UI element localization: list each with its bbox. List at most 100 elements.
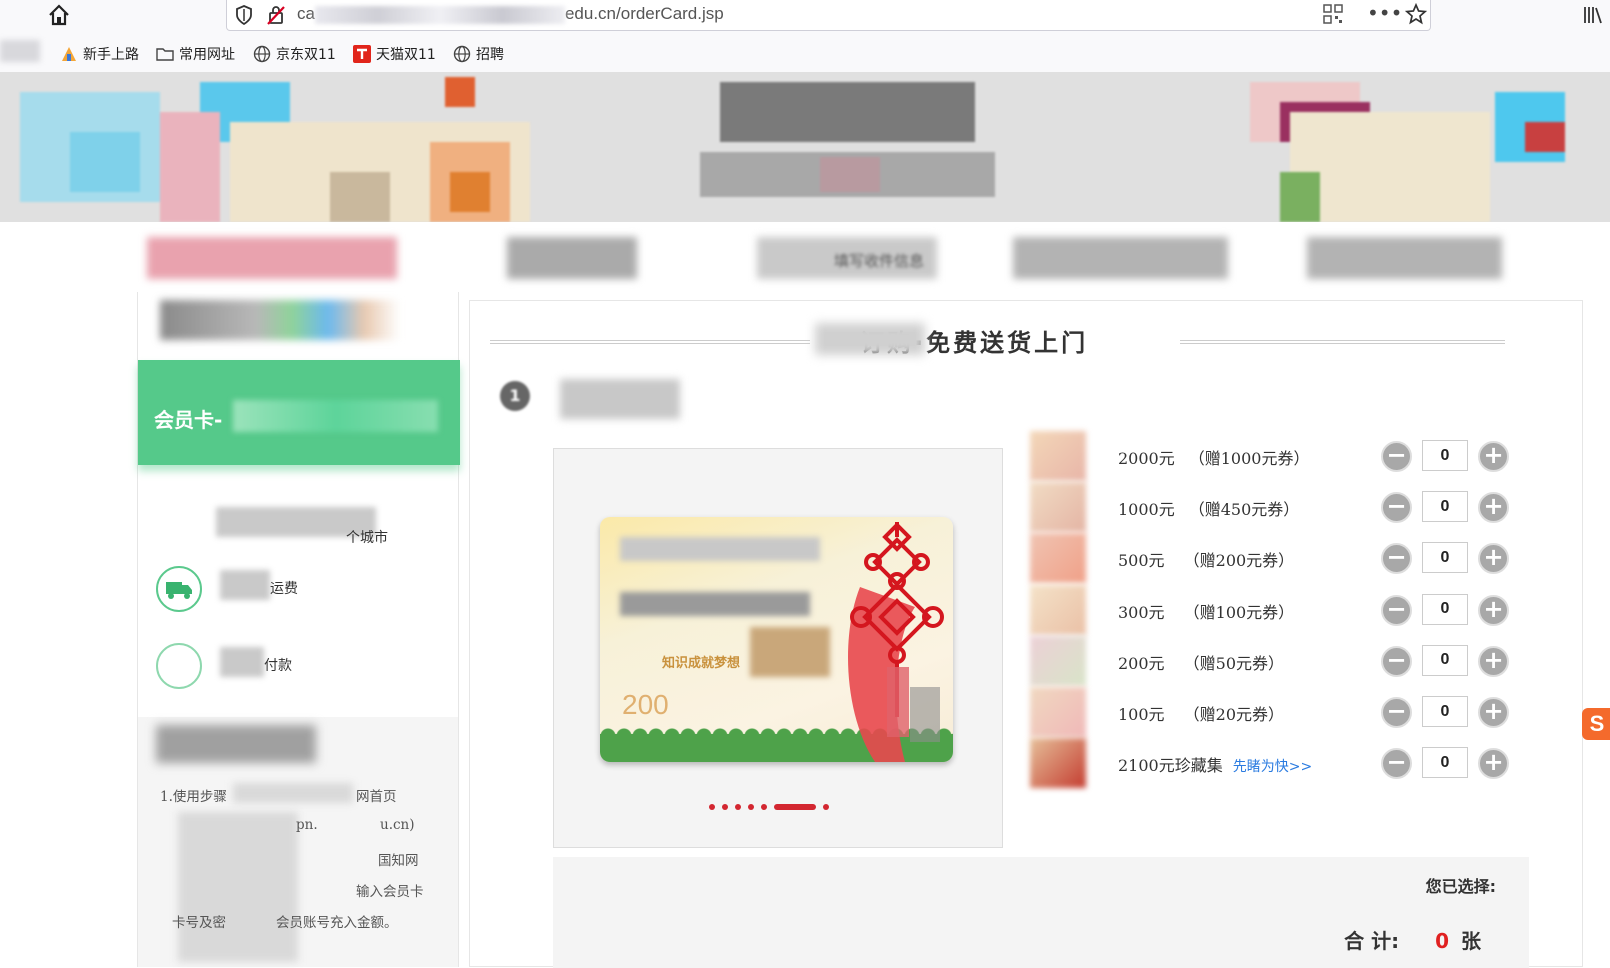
step-4-tab[interactable] <box>1013 237 1228 279</box>
howto-line: 网首页 <box>356 789 397 805</box>
quantity-input[interactable] <box>1422 644 1468 676</box>
bookmark-redacted <box>0 40 40 62</box>
truck-icon <box>156 566 202 612</box>
quantity-stepper: −+ <box>1381 542 1509 575</box>
bookmark-item[interactable]: 招聘 <box>453 44 504 64</box>
product-thumbnail[interactable] <box>1030 482 1086 533</box>
product-name: 500元 （赠200元券） <box>1118 547 1294 571</box>
bookmark-item[interactable]: 新手上路 <box>60 44 139 64</box>
quantity-input[interactable] <box>1422 747 1468 779</box>
carousel-dot[interactable] <box>735 804 741 810</box>
quantity-input[interactable] <box>1422 696 1468 727</box>
library-icon[interactable] <box>1582 4 1604 30</box>
product-thumbnail[interactable] <box>1030 584 1086 635</box>
step-1-tab[interactable] <box>147 237 397 279</box>
header-banner <box>0 72 1610 222</box>
bookmarks-bar: 新手上路 常用网址 京东双11 天猫双11 招聘 <box>0 36 1610 72</box>
increment-button[interactable]: + <box>1478 543 1509 575</box>
decrement-button[interactable]: − <box>1381 748 1412 780</box>
step-5-tab[interactable] <box>1307 237 1502 279</box>
product-thumbnail[interactable] <box>1030 738 1086 789</box>
product-row: 2100元珍藏集先睹为快>>−+ <box>1030 738 1550 789</box>
carousel-dot[interactable] <box>722 804 728 810</box>
qr-code-icon[interactable] <box>1323 4 1343 28</box>
total-label: 合 计: <box>1344 929 1400 953</box>
decrement-button[interactable]: − <box>1381 697 1412 728</box>
side-input-method-icon[interactable]: S <box>1582 708 1610 740</box>
howto-panel: 1.使用步骤 网首页 pn. u.cn) 国知网 输入会员卡 卡号及密 会员账号… <box>138 717 458 967</box>
card-motto: 知识成就梦想 <box>662 656 741 671</box>
insecure-lock-icon[interactable] <box>267 5 285 29</box>
increment-button[interactable]: + <box>1478 748 1509 780</box>
howto-line: 会员账号充入金额。 <box>276 915 398 931</box>
carousel-dot[interactable] <box>761 804 767 810</box>
url-text[interactable]: ca edu.cn/orderCard.jsp <box>297 4 724 24</box>
feature-shipping: 运费 <box>156 560 446 616</box>
howto-line: 国知网 <box>378 853 419 869</box>
increment-button[interactable]: + <box>1478 594 1509 626</box>
carousel-dot[interactable] <box>823 804 829 810</box>
carousel-indicator[interactable] <box>709 804 829 810</box>
quantity-input[interactable] <box>1422 491 1468 523</box>
preview-link[interactable]: 先睹为快>> <box>1233 759 1312 775</box>
carousel-dot[interactable] <box>748 804 754 810</box>
product-gift: （赠450元券） <box>1188 500 1300 520</box>
bookmark-item[interactable]: 天猫双11 <box>353 44 436 64</box>
product-name: 2000元 （赠1000元券） <box>1118 445 1309 469</box>
decrement-button[interactable]: − <box>1381 441 1412 472</box>
decrement-button[interactable]: − <box>1381 594 1412 626</box>
quantity-stepper: −+ <box>1381 747 1509 780</box>
product-thumbnail[interactable] <box>1030 635 1086 686</box>
step-title-redacted <box>560 379 680 419</box>
chinese-knot-icon <box>848 522 944 762</box>
slogan-redacted <box>815 323 925 355</box>
increment-button[interactable]: + <box>1478 441 1509 472</box>
shield-icon[interactable] <box>235 5 253 29</box>
product-thumbnail[interactable] <box>1030 533 1086 584</box>
step-2-tab[interactable] <box>507 237 637 279</box>
member-card-label: 会员卡- <box>154 408 223 432</box>
new-user-icon <box>60 45 78 63</box>
product-gift: （赠200元券） <box>1183 551 1295 571</box>
bookmark-star-icon[interactable] <box>1404 2 1428 29</box>
product-gift: （赠50元券） <box>1183 653 1285 673</box>
quantity-input[interactable] <box>1422 440 1468 471</box>
member-card-banner[interactable]: 会员卡- <box>138 360 460 465</box>
howto-line: 1.使用步骤 <box>160 789 227 805</box>
total-count: 0 <box>1435 929 1449 953</box>
selected-label: 您已选择: <box>1425 877 1496 896</box>
quantity-input[interactable] <box>1422 542 1468 574</box>
product-gift: （赠100元券） <box>1183 602 1295 622</box>
product-thumbnail[interactable] <box>1030 431 1086 481</box>
folder-icon <box>156 45 174 63</box>
decrement-button[interactable]: − <box>1381 492 1412 524</box>
home-icon[interactable] <box>46 2 72 28</box>
card-preview: 知识成就梦想 200 <box>553 448 1003 848</box>
address-bar[interactable]: ca edu.cn/orderCard.jsp ••• <box>226 0 1431 31</box>
card-text-redacted <box>620 592 810 616</box>
slogan-rule-left <box>490 340 810 344</box>
product-row: 500元 （赠200元券）−+ <box>1030 533 1550 584</box>
card-text-redacted <box>620 537 820 561</box>
bookmark-item[interactable]: 常用网址 <box>156 44 235 64</box>
carousel-dot[interactable] <box>709 804 715 810</box>
more-options-icon[interactable]: ••• <box>1367 1 1402 25</box>
banner-title-redacted <box>700 77 1000 207</box>
decrement-button[interactable]: − <box>1381 645 1412 677</box>
howto-title-redacted <box>156 725 316 763</box>
browser-toolbar: ca edu.cn/orderCard.jsp ••• <box>0 0 1610 36</box>
globe-icon <box>253 45 271 63</box>
carousel-dot[interactable] <box>774 804 816 810</box>
increment-button[interactable]: + <box>1478 645 1509 677</box>
decrement-button[interactable]: − <box>1381 543 1412 575</box>
url-prefix: ca <box>297 4 315 23</box>
increment-button[interactable]: + <box>1478 492 1509 524</box>
product-gift: （赠1000元券） <box>1188 449 1310 468</box>
product-thumbnail[interactable] <box>1030 687 1086 737</box>
product-name: 2100元珍藏集 先睹为快>> <box>1118 752 1312 776</box>
increment-button[interactable]: + <box>1478 697 1509 728</box>
product-price: 200元 <box>1118 653 1170 673</box>
tmall-icon <box>353 45 371 63</box>
bookmark-item[interactable]: 京东双11 <box>253 44 336 64</box>
quantity-input[interactable] <box>1422 593 1468 625</box>
